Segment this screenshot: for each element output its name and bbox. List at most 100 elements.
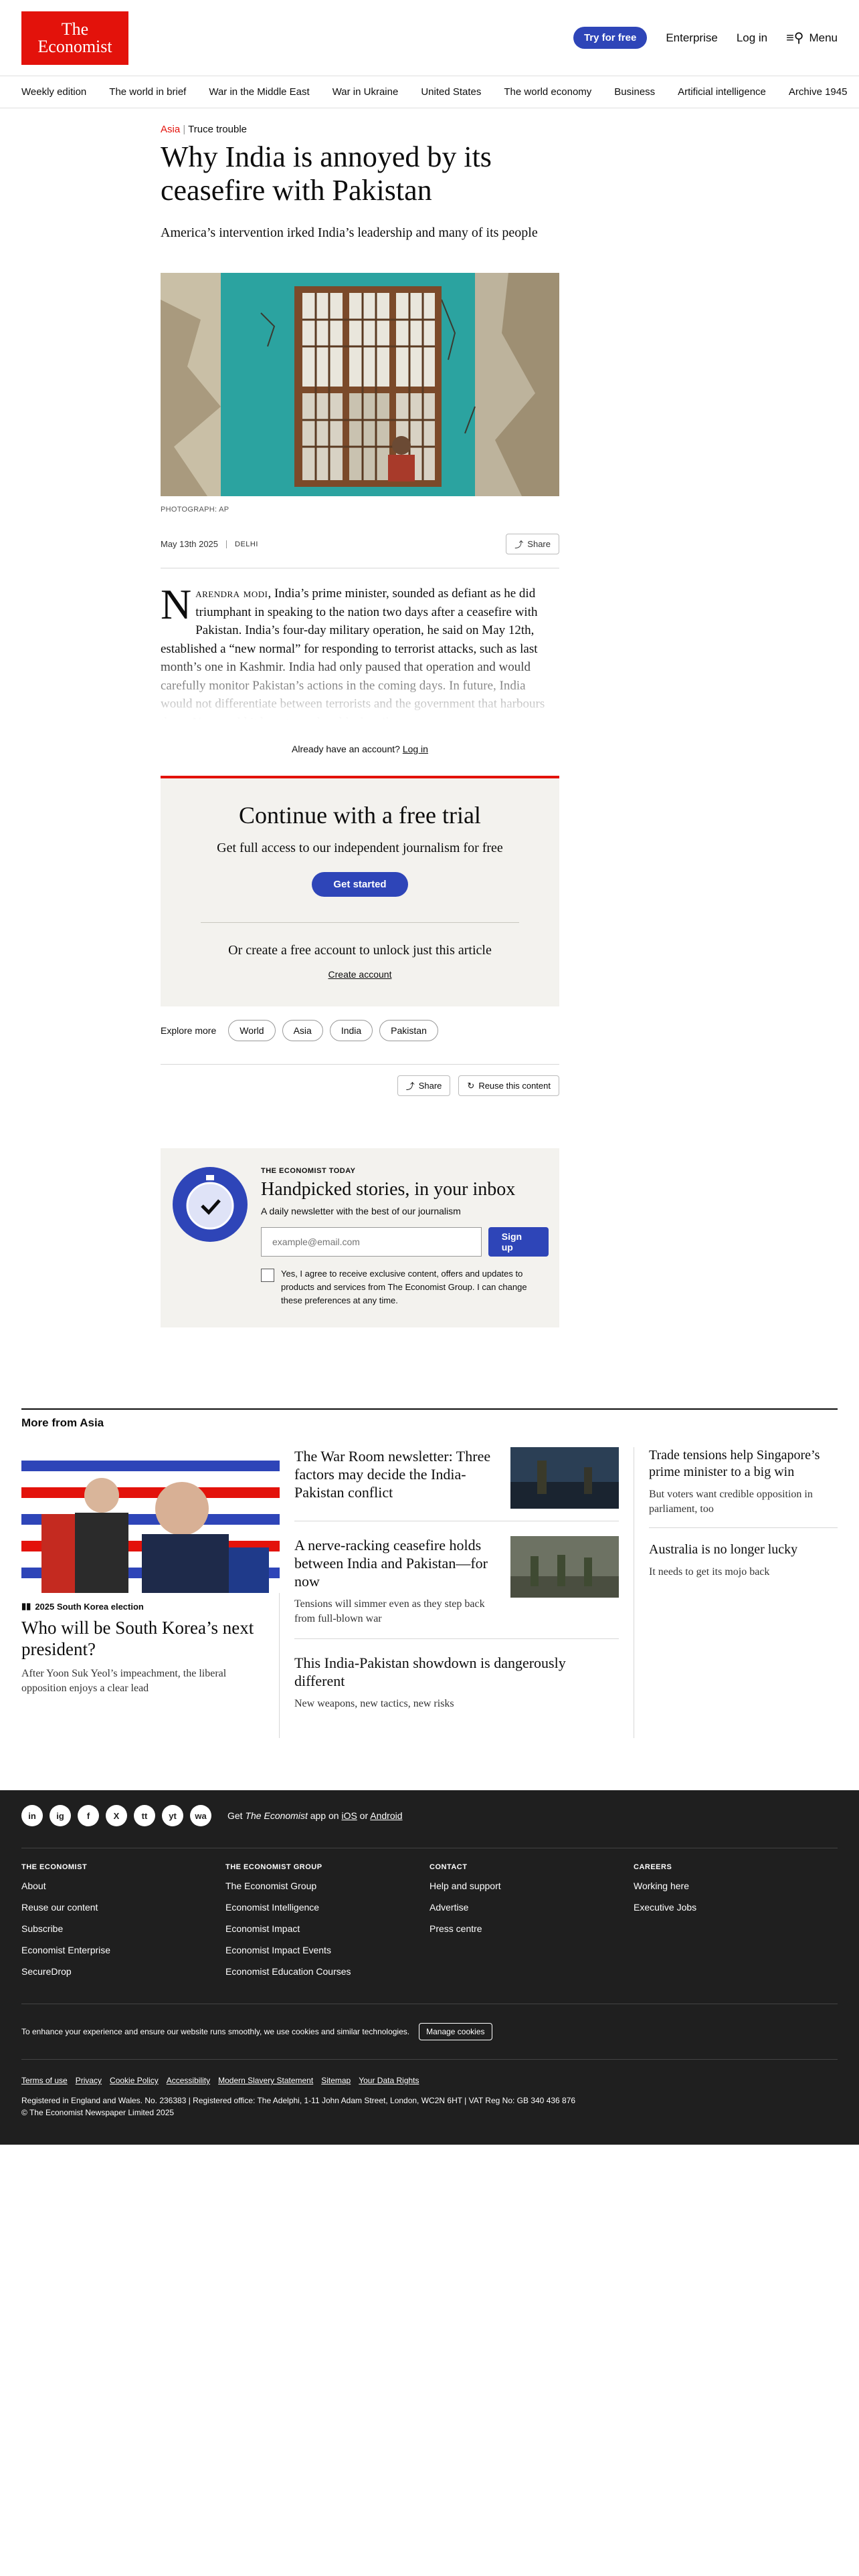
facebook-icon[interactable]: f: [78, 1805, 99, 1826]
footer-link[interactable]: Economist Education Courses: [225, 1966, 430, 1977]
paywall-alt-text: Or create a free account to unlock just …: [228, 943, 492, 958]
topic-chip[interactable]: World: [228, 1020, 276, 1041]
legal-link[interactable]: Sitemap: [321, 2076, 351, 2085]
card-headline: This India-Pakistan showdown is dangerou…: [294, 1654, 566, 1689]
topic-chip[interactable]: Asia: [282, 1020, 323, 1041]
consent-checkbox[interactable]: [261, 1269, 274, 1282]
enterprise-link[interactable]: Enterprise: [666, 31, 717, 45]
card-image: [510, 1536, 619, 1598]
explore-label: Explore more: [161, 1025, 217, 1036]
create-account-link[interactable]: Create account: [201, 969, 519, 980]
divider: [201, 922, 519, 923]
small-headline: Trade tensions help Singapore’s prime mi…: [649, 1448, 820, 1479]
footer-link[interactable]: Working here: [634, 1881, 838, 1891]
youtube-icon[interactable]: yt: [162, 1805, 183, 1826]
login-link[interactable]: Log in: [737, 31, 767, 45]
lead-headline: Who will be South Korea’s next president…: [21, 1618, 254, 1659]
topic-chip[interactable]: Pakistan: [379, 1020, 438, 1041]
consent-row: Yes, I agree to receive exclusive conten…: [261, 1267, 549, 1307]
section-link[interactable]: Asia: [161, 124, 180, 135]
account-login-link[interactable]: Log in: [403, 744, 428, 754]
nav-item[interactable]: Business: [603, 86, 666, 98]
email-field[interactable]: [261, 1227, 482, 1257]
footer-link[interactable]: SecureDrop: [21, 1966, 225, 1977]
reuse-icon: ↻: [467, 1080, 475, 1091]
sign-up-button[interactable]: Sign up: [488, 1227, 549, 1257]
footer-link[interactable]: Reuse our content: [21, 1902, 225, 1913]
site-footer: in ig f X tt yt wa Get The Economist app…: [0, 1790, 859, 2145]
dropcap: N: [161, 580, 192, 628]
fly-title: Truce trouble: [188, 124, 247, 135]
linkedin-icon[interactable]: in: [21, 1805, 43, 1826]
legal-link[interactable]: Privacy: [76, 2076, 102, 2085]
article: Asia | Truce trouble Why India is annoye…: [161, 124, 559, 1327]
footer-column: THE ECONOMIST About Reuse our content Su…: [21, 1863, 225, 1988]
manage-cookies-button[interactable]: Manage cookies: [419, 2023, 492, 2040]
share-button[interactable]: ⤴ Share: [506, 534, 559, 554]
story-card[interactable]: The War Room newsletter: Three factors m…: [294, 1447, 619, 1521]
reuse-content-button[interactable]: ↻ Reuse this content: [458, 1075, 559, 1096]
nav-item[interactable]: War in the Middle East: [197, 86, 320, 98]
whatsapp-icon[interactable]: wa: [190, 1805, 211, 1826]
card-dek: New weapons, new tactics, new risks: [294, 1698, 454, 1709]
topic-chip[interactable]: India: [329, 1020, 373, 1041]
footer-link[interactable]: About: [21, 1881, 225, 1891]
story-card[interactable]: This India-Pakistan showdown is dangerou…: [294, 1654, 619, 1723]
legal-link[interactable]: Cookie Policy: [110, 2076, 159, 2085]
nav-item[interactable]: War in Ukraine: [321, 86, 410, 98]
paywall-title: Continue with a free trial: [239, 802, 481, 829]
nav-item[interactable]: Artificial intelligence: [666, 86, 777, 98]
footer-link[interactable]: Economist Enterprise: [21, 1945, 225, 1955]
instagram-icon[interactable]: ig: [50, 1805, 71, 1826]
small-story[interactable]: Trade tensions help Singapore’s prime mi…: [649, 1447, 838, 1528]
article-actions: ⤴ Share ↻ Reuse this content: [161, 1075, 559, 1096]
footer-link[interactable]: Economist Impact Events: [225, 1945, 430, 1955]
footer-link[interactable]: Economist Intelligence: [225, 1902, 430, 1913]
lead-story[interactable]: ▮▮ 2025 South Korea election Who will be…: [21, 1447, 280, 1738]
nav-item[interactable]: Archive 1945: [777, 86, 859, 98]
chart-icon: ▮▮: [21, 1601, 31, 1611]
nav-item[interactable]: The world in brief: [98, 86, 197, 98]
footer-column: CONTACT Help and support Advertise Press…: [430, 1863, 634, 1988]
legal-link[interactable]: Terms of use: [21, 2076, 68, 2085]
footer-columns: THE ECONOMIST About Reuse our content Su…: [21, 1863, 838, 1988]
social-row: in ig f X tt yt wa Get The Economist app…: [21, 1805, 838, 1848]
footer-link[interactable]: Subscribe: [21, 1923, 225, 1934]
small-story[interactable]: Australia is no longer lucky It needs to…: [649, 1541, 838, 1590]
share-button-bottom[interactable]: ⤴ Share: [397, 1075, 451, 1096]
legal-links: Terms of use Privacy Cookie Policy Acces…: [21, 2076, 838, 2085]
card-headline: A nerve-racking ceasefire holds between …: [294, 1537, 488, 1590]
photo-credit: PHOTOGRAPH: AP: [161, 506, 229, 514]
try-for-free-button[interactable]: Try for free: [573, 27, 648, 49]
android-link[interactable]: Android: [370, 1810, 402, 1821]
footer-link[interactable]: Economist Impact: [225, 1923, 430, 1934]
economist-logo[interactable]: The Economist: [21, 11, 128, 65]
article-body: Narendra modi, India’s prime minister, s…: [161, 580, 559, 732]
headline: Why India is annoyed by its ceasefire wi…: [161, 140, 492, 207]
legal-link[interactable]: Your Data Rights: [359, 2076, 419, 2085]
ios-link[interactable]: iOS: [341, 1810, 357, 1821]
legal-link[interactable]: Accessibility: [167, 2076, 210, 2085]
footer-link[interactable]: The Economist Group: [225, 1881, 430, 1891]
nav-item[interactable]: The world economy: [492, 86, 603, 98]
tiktok-icon[interactable]: tt: [134, 1805, 155, 1826]
story-card[interactable]: A nerve-racking ceasefire holds between …: [294, 1536, 619, 1639]
standfirst: America’s intervention irked India’s lea…: [161, 225, 538, 240]
cookie-bar: To enhance your experience and ensure ou…: [21, 2004, 838, 2060]
nav-item[interactable]: United States: [409, 86, 492, 98]
footer-link[interactable]: Help and support: [430, 1881, 634, 1891]
explore-more: Explore more World Asia India Pakistan: [161, 1020, 559, 1065]
footer-link[interactable]: Press centre: [430, 1923, 634, 1934]
site-header: The Economist Try for free Enterprise Lo…: [0, 0, 859, 76]
footer-link[interactable]: Advertise: [430, 1902, 634, 1913]
footer-link[interactable]: Executive Jobs: [634, 1902, 838, 1913]
small-dek: But voters want credible opposition in p…: [649, 1489, 813, 1515]
menu-button[interactable]: ≡⚲ Menu: [786, 29, 838, 46]
nav-item[interactable]: Weekly edition: [21, 86, 98, 98]
x-icon[interactable]: X: [106, 1805, 127, 1826]
get-started-button[interactable]: Get started: [312, 872, 408, 897]
lead-dek: After Yoon Suk Yeol’s impeachment, the l…: [21, 1668, 227, 1694]
lead-flyline: ▮▮ 2025 South Korea election: [21, 1601, 144, 1612]
hero-image: [161, 273, 559, 496]
legal-link[interactable]: Modern Slavery Statement: [218, 2076, 313, 2085]
